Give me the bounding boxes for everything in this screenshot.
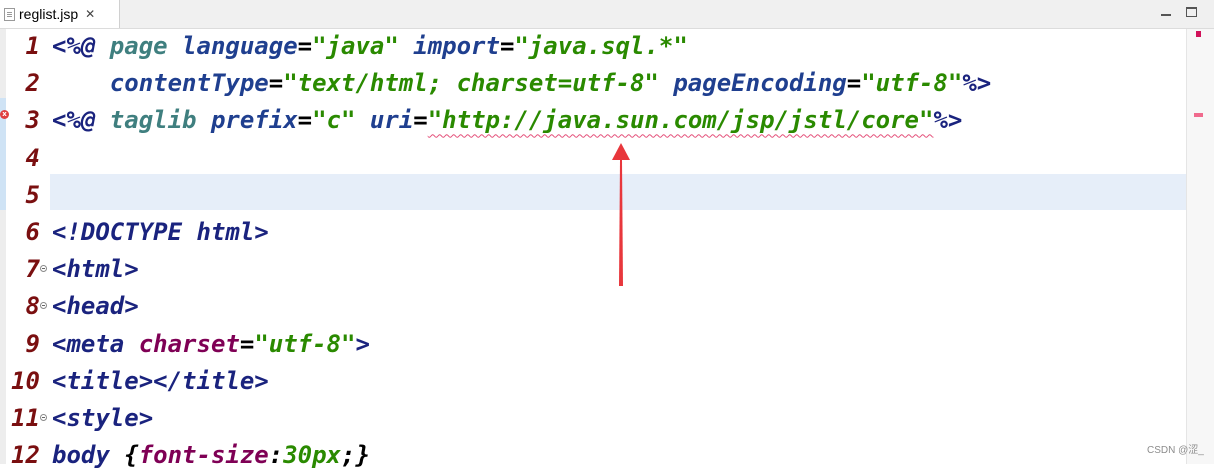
code-token: contentType — [109, 69, 269, 98]
code-token: = — [239, 329, 255, 358]
code-token: import — [413, 32, 500, 60]
code-token: = — [268, 69, 284, 98]
code-text[interactable]: <html> — [52, 251, 139, 287]
code-token: = — [413, 106, 428, 135]
code-token: %> — [933, 106, 963, 135]
code-token: charset — [138, 329, 240, 358]
code-line-10[interactable]: 10 <title></title> — [0, 363, 1186, 399]
code-token: "java.sql.*" — [514, 32, 688, 60]
code-token: = — [846, 69, 862, 98]
code-token: uri — [369, 106, 414, 135]
code-token: 30px — [283, 441, 341, 470]
code-token: "text/html; charset=utf-8" — [283, 69, 659, 98]
maximize-icon[interactable] — [1186, 7, 1197, 17]
code-token: language — [182, 32, 298, 60]
code-token: = — [499, 32, 515, 60]
code-token: <!DOCTYPE html> — [52, 218, 269, 246]
line-number: 10 — [11, 366, 40, 395]
code-token: { — [124, 441, 139, 470]
code-token-error: "http://java.sun.com/jsp/jstl/core" — [427, 106, 934, 135]
code-token: <style> — [52, 404, 154, 432]
code-line-6[interactable]: 6 <!DOCTYPE html> — [0, 214, 1186, 250]
close-icon[interactable]: ✕ — [85, 7, 95, 21]
overview-annotation-marker[interactable] — [1194, 113, 1203, 117]
line-number: 8 — [25, 292, 40, 321]
line-number: 6 — [25, 218, 40, 246]
code-line-8[interactable]: 8 <head> — [0, 288, 1186, 324]
editor-tab[interactable]: reglist.jsp ✕ — [0, 0, 120, 28]
code-line-7[interactable]: 7 <html> — [0, 251, 1186, 287]
code-line-9[interactable]: 9 <meta charset="utf-8"> — [0, 326, 1186, 362]
code-token: > — [355, 329, 370, 358]
code-text[interactable]: <style> — [52, 400, 153, 436]
line-number: 9 — [25, 329, 40, 358]
code-line-3[interactable]: 3 <%@ taglib prefix="c" uri="http://java.… — [0, 102, 1186, 138]
minimize-icon[interactable] — [1161, 7, 1172, 17]
code-token: <%@ — [52, 32, 110, 60]
line-number: 12 — [11, 441, 40, 470]
code-line-5[interactable]: 5 — [0, 177, 1186, 213]
editor-tab-bar: reglist.jsp ✕ — [0, 0, 1214, 29]
fold-toggle-icon[interactable] — [40, 265, 47, 273]
line-number: 3 — [25, 106, 40, 135]
code-token: body — [52, 441, 125, 470]
code-line-11[interactable]: 11 <style> — [0, 400, 1186, 436]
line-number: 2 — [25, 69, 40, 98]
code-text[interactable]: contentType="text/html; charset=utf-8" p… — [52, 65, 991, 101]
code-line-1[interactable]: 1 <%@ page language="java" import="java.s… — [0, 28, 1186, 64]
overview-ruler[interactable] — [1186, 29, 1214, 464]
tab-title: reglist.jsp — [19, 6, 79, 22]
code-token: "utf-8" — [254, 329, 356, 358]
code-text[interactable]: <!DOCTYPE html> — [52, 214, 269, 250]
jsp-file-icon — [4, 7, 15, 21]
code-token: "c" — [312, 106, 356, 135]
code-token: = — [297, 106, 313, 135]
code-token: = — [297, 32, 313, 60]
code-text[interactable]: <title></title> — [52, 363, 269, 399]
line-number: 11 — [11, 404, 40, 432]
code-text[interactable]: <head> — [52, 288, 139, 324]
watermark: CSDN @涩_ — [1147, 445, 1204, 456]
code-token: %> — [962, 69, 992, 98]
line-number: 5 — [25, 180, 40, 209]
code-token: taglib — [109, 106, 211, 135]
code-token: page — [109, 32, 183, 60]
code-token: font-size — [138, 441, 269, 470]
line-number: 1 — [25, 32, 40, 60]
code-token: pageEncoding — [673, 69, 847, 98]
code-text[interactable]: <meta charset="utf-8"> — [52, 326, 370, 362]
code-token: <head> — [52, 292, 139, 321]
code-token: prefix — [210, 106, 298, 135]
code-text[interactable]: body {font-size:30px;} — [52, 437, 370, 473]
code-token: <%@ — [52, 106, 110, 135]
fold-toggle-icon[interactable] — [40, 302, 47, 310]
overview-error-marker[interactable] — [1196, 31, 1201, 37]
code-token: <html> — [52, 255, 139, 284]
code-token: : — [268, 441, 284, 470]
line-number: 4 — [25, 143, 40, 172]
code-token: "java" — [312, 32, 399, 60]
code-text[interactable]: <%@ taglib prefix="c" uri="http://java.s… — [52, 102, 962, 138]
fold-toggle-icon[interactable] — [40, 414, 47, 421]
code-token: ;} — [341, 441, 370, 470]
code-token: <meta — [52, 329, 139, 358]
code-token: "utf-8" — [861, 69, 963, 98]
line-number: 7 — [25, 255, 40, 284]
code-line-2[interactable]: 2 contentType="text/html; charset=utf-8"… — [0, 65, 1186, 101]
code-token: <title></title> — [52, 366, 269, 395]
code-text[interactable]: <%@ page language="java" import="java.sq… — [52, 28, 688, 64]
code-line-12[interactable]: 12 body {font-size:30px;} — [0, 437, 1186, 473]
code-line-4[interactable]: 4 — [0, 140, 1186, 176]
